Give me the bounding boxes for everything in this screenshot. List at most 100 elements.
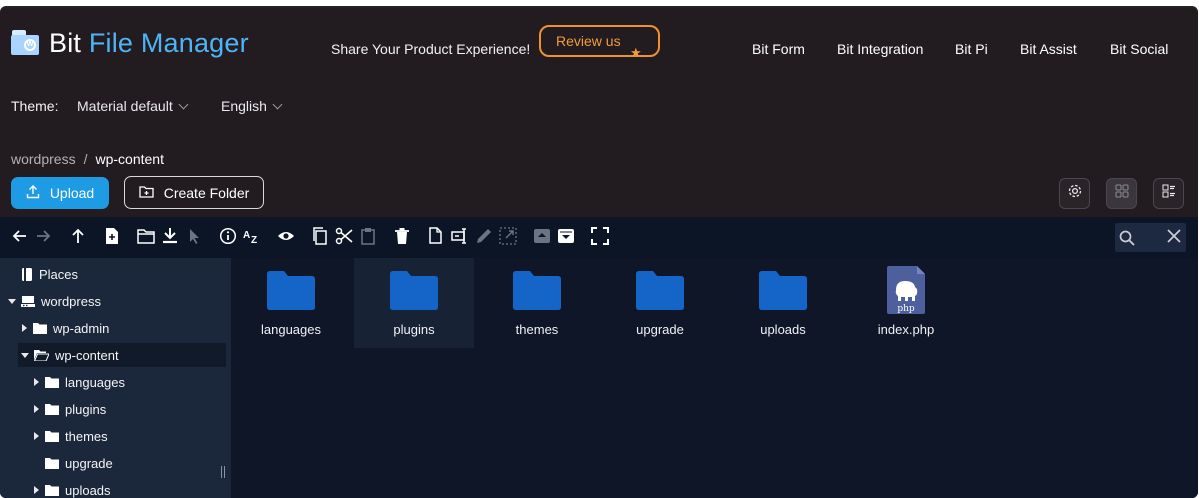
tree-item-label: languages: [65, 374, 125, 390]
grid-view-button[interactable]: [1106, 178, 1137, 209]
file-grid: languages plugins themes upgrade uploads: [231, 258, 1198, 498]
fullscreen-icon[interactable]: [590, 226, 610, 246]
breadcrumb-separator: /: [83, 151, 88, 167]
file-item-name: upgrade: [636, 322, 684, 337]
paste-clipboard-icon[interactable]: [358, 226, 378, 246]
tree-places[interactable]: Places: [21, 262, 78, 286]
nav-bit-social[interactable]: Bit Social: [1110, 41, 1168, 57]
tree-item-wordpress[interactable]: wordpress: [8, 289, 101, 313]
list-view-button[interactable]: [1153, 178, 1184, 209]
breadcrumb: wordpress / wp-content: [11, 151, 164, 167]
search-icon: [1118, 229, 1136, 252]
close-icon[interactable]: [1166, 228, 1182, 249]
tree-item-upgrade[interactable]: upgrade: [45, 451, 113, 475]
tree-item-label: wp-content: [55, 347, 119, 363]
tree-places-label: Places: [39, 266, 79, 282]
trash-icon[interactable]: [392, 226, 412, 246]
cut-scissors-icon[interactable]: [334, 226, 354, 246]
info-icon[interactable]: [218, 226, 238, 246]
nav-bit-pi[interactable]: Bit Pi: [955, 41, 988, 57]
folder-icon: [390, 266, 438, 314]
sort-az-icon[interactable]: AZ: [242, 226, 262, 246]
breadcrumb-current: wp-content: [95, 151, 164, 167]
upload-button[interactable]: Upload: [11, 177, 109, 209]
svg-text:A: A: [243, 230, 250, 241]
settings-button[interactable]: [1059, 178, 1090, 209]
file-item-upgrade[interactable]: upgrade: [600, 258, 720, 348]
tree-item-plugins[interactable]: plugins: [34, 397, 106, 421]
tree-item-label: wp-admin: [53, 320, 110, 336]
places-book-icon: [21, 267, 33, 281]
select-cursor-icon[interactable]: [184, 226, 204, 246]
folder-icon: [513, 266, 561, 314]
folder-icon: [267, 266, 315, 314]
caret-right-icon: [34, 378, 39, 386]
duplicate-file-icon[interactable]: [426, 226, 446, 246]
file-item-plugins[interactable]: plugins: [354, 258, 474, 348]
folder-icon: [45, 430, 59, 442]
new-file-icon[interactable]: [102, 226, 122, 246]
language-select-value: English: [221, 98, 267, 114]
search-input[interactable]: [1115, 223, 1186, 252]
rename-icon[interactable]: [450, 226, 470, 246]
folder-tree: Places wordpress wp-admin wp-content lan: [0, 258, 231, 498]
tree-item-uploads[interactable]: uploads: [34, 478, 111, 498]
archive-icon[interactable]: [532, 226, 552, 246]
review-us-button[interactable]: Review us ★: [539, 25, 660, 60]
file-item-name: languages: [261, 322, 321, 337]
breadcrumb-root[interactable]: wordpress: [11, 151, 76, 167]
nav-bit-integration[interactable]: Bit Integration: [837, 41, 923, 57]
file-item-uploads[interactable]: uploads: [723, 258, 843, 348]
edit-pencil-icon[interactable]: [474, 226, 494, 246]
tree-item-themes[interactable]: themes: [34, 424, 108, 448]
tree-item-wp-content[interactable]: wp-content: [18, 343, 226, 367]
php-file-icon: php: [887, 266, 925, 314]
tree-item-wp-admin[interactable]: wp-admin: [22, 316, 109, 340]
language-select[interactable]: English: [221, 98, 283, 114]
open-folder-icon[interactable]: [136, 226, 156, 246]
logo-folder-icon: W: [11, 29, 41, 58]
brand-name: Bit File Manager: [49, 28, 249, 58]
nav-bit-assist[interactable]: Bit Assist: [1020, 41, 1077, 57]
folder-icon: [759, 266, 807, 314]
tree-item-languages[interactable]: languages: [34, 370, 125, 394]
theme-select[interactable]: Material default: [77, 98, 189, 114]
file-item-themes[interactable]: themes: [477, 258, 597, 348]
review-us-label: Review us: [556, 33, 621, 49]
brand-logo[interactable]: W Bit File Manager: [11, 28, 249, 59]
folder-icon: [636, 266, 684, 314]
file-toolbar: AZ: [0, 217, 1198, 258]
extract-icon[interactable]: [556, 226, 576, 246]
file-item-name: themes: [515, 322, 559, 337]
list-view-icon: [1161, 183, 1177, 204]
preview-eye-icon[interactable]: [276, 226, 296, 246]
star-icon: ★: [630, 45, 642, 60]
download-icon[interactable]: [160, 226, 180, 246]
caret-right-icon: [34, 405, 39, 413]
file-item-languages[interactable]: languages: [231, 258, 351, 348]
caret-right-icon: [34, 432, 39, 440]
folder-icon: [45, 403, 59, 415]
back-arrow-icon[interactable]: [10, 226, 30, 246]
folder-icon: [45, 457, 59, 469]
chevron-down-icon: [272, 99, 283, 110]
folder-icon: [45, 484, 59, 496]
nav-bit-form[interactable]: Bit Form: [752, 41, 805, 57]
share-experience-text: Share Your Product Experience!: [331, 41, 531, 57]
tree-resize-handle[interactable]: [221, 466, 225, 478]
upload-icon: [26, 184, 40, 202]
up-arrow-icon[interactable]: [68, 226, 88, 246]
copy-icon[interactable]: [310, 226, 330, 246]
resize-icon[interactable]: [498, 226, 518, 246]
tree-item-label: plugins: [65, 401, 107, 417]
chevron-down-icon: [178, 99, 189, 110]
caret-down-icon: [21, 352, 29, 358]
file-item-index-php[interactable]: php index.php: [846, 258, 966, 348]
app-window: W Bit File Manager Share Your Product Ex…: [0, 6, 1198, 498]
php-badge: php: [897, 304, 915, 314]
create-folder-button[interactable]: Create Folder: [124, 176, 264, 209]
forward-arrow-icon[interactable]: [33, 226, 53, 246]
caret-right-icon: [34, 486, 39, 494]
create-folder-label: Create Folder: [163, 184, 250, 201]
svg-text:Z: Z: [251, 235, 257, 245]
